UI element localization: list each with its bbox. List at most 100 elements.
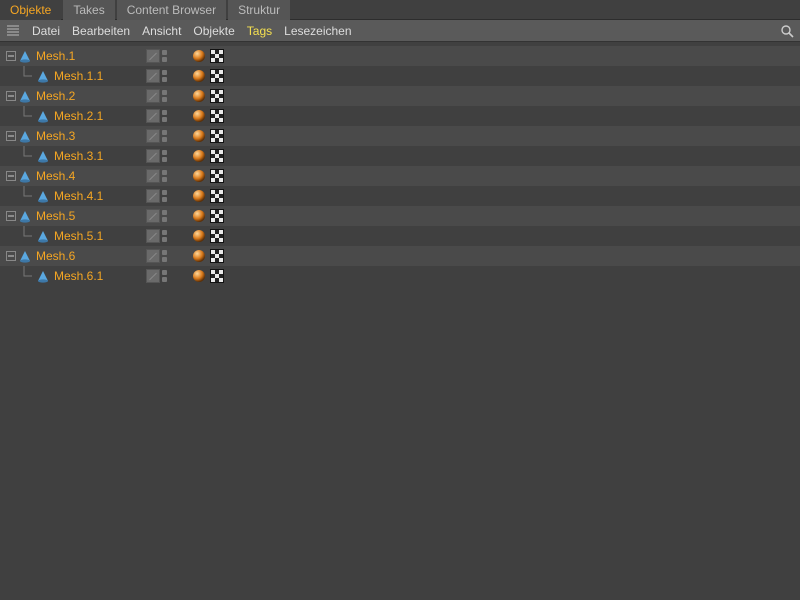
render-visibility-toggle[interactable] [162, 57, 167, 62]
layer-color-swatch[interactable] [146, 209, 160, 223]
tree-row[interactable]: Mesh.3.1 [0, 146, 800, 166]
uvw-tag-icon[interactable] [210, 189, 224, 203]
tree-row[interactable]: Mesh.4.1 [0, 186, 800, 206]
uvw-tag-icon[interactable] [210, 89, 224, 103]
layer-color-swatch[interactable] [146, 69, 160, 83]
tree-row[interactable]: Mesh.2 [0, 86, 800, 106]
expand-toggle-icon[interactable] [6, 251, 16, 261]
menu-objects[interactable]: Objekte [193, 24, 234, 38]
tab-content-browser[interactable]: Content Browser [117, 0, 226, 20]
tree-row[interactable]: Mesh.6.1 [0, 266, 800, 286]
uvw-tag-icon[interactable] [210, 69, 224, 83]
phong-tag-icon[interactable] [192, 209, 206, 223]
render-visibility-toggle[interactable] [162, 97, 167, 102]
menu-tags[interactable]: Tags [247, 24, 272, 38]
object-label[interactable]: Mesh.5 [36, 209, 75, 223]
phong-tag-icon[interactable] [192, 229, 206, 243]
uvw-tag-icon[interactable] [210, 269, 224, 283]
menu-bookmarks[interactable]: Lesezeichen [284, 24, 351, 38]
layer-color-swatch[interactable] [146, 189, 160, 203]
phong-tag-icon[interactable] [192, 249, 206, 263]
editor-visibility-toggle[interactable] [162, 90, 167, 95]
phong-tag-icon[interactable] [192, 69, 206, 83]
layer-color-swatch[interactable] [146, 49, 160, 63]
phong-tag-icon[interactable] [192, 189, 206, 203]
layer-color-swatch[interactable] [146, 109, 160, 123]
object-label[interactable]: Mesh.3 [36, 129, 75, 143]
object-label[interactable]: Mesh.2 [36, 89, 75, 103]
tree-row[interactable]: Mesh.1 [0, 46, 800, 66]
editor-visibility-toggle[interactable] [162, 230, 167, 235]
phong-tag-icon[interactable] [192, 149, 206, 163]
layer-color-swatch[interactable] [146, 149, 160, 163]
layer-color-swatch[interactable] [146, 89, 160, 103]
expand-toggle-icon[interactable] [6, 171, 16, 181]
render-visibility-toggle[interactable] [162, 137, 167, 142]
editor-visibility-toggle[interactable] [162, 270, 167, 275]
expand-toggle-icon[interactable] [6, 91, 16, 101]
object-label[interactable]: Mesh.1 [36, 49, 75, 63]
render-visibility-toggle[interactable] [162, 237, 167, 242]
render-visibility-toggle[interactable] [162, 277, 167, 282]
phong-tag-icon[interactable] [192, 89, 206, 103]
tree-row[interactable]: Mesh.1.1 [0, 66, 800, 86]
object-label[interactable]: Mesh.3.1 [54, 149, 103, 163]
menu-file[interactable]: Datei [32, 24, 60, 38]
object-label[interactable]: Mesh.6.1 [54, 269, 103, 283]
uvw-tag-icon[interactable] [210, 129, 224, 143]
editor-visibility-toggle[interactable] [162, 130, 167, 135]
editor-visibility-toggle[interactable] [162, 50, 167, 55]
uvw-tag-icon[interactable] [210, 169, 224, 183]
search-icon[interactable] [780, 24, 794, 38]
object-label[interactable]: Mesh.6 [36, 249, 75, 263]
object-label[interactable]: Mesh.5.1 [54, 229, 103, 243]
object-label[interactable]: Mesh.4.1 [54, 189, 103, 203]
phong-tag-icon[interactable] [192, 129, 206, 143]
render-visibility-toggle[interactable] [162, 157, 167, 162]
layer-color-swatch[interactable] [146, 169, 160, 183]
layer-color-swatch[interactable] [146, 249, 160, 263]
tab-structure[interactable]: Struktur [228, 0, 290, 20]
phong-tag-icon[interactable] [192, 109, 206, 123]
view-mode-icon[interactable] [6, 24, 20, 38]
menu-view[interactable]: Ansicht [142, 24, 181, 38]
expand-toggle-icon[interactable] [6, 51, 16, 61]
object-label[interactable]: Mesh.1.1 [54, 69, 103, 83]
editor-visibility-toggle[interactable] [162, 150, 167, 155]
layer-color-swatch[interactable] [146, 129, 160, 143]
render-visibility-toggle[interactable] [162, 117, 167, 122]
layer-color-swatch[interactable] [146, 229, 160, 243]
tree-row[interactable]: Mesh.4 [0, 166, 800, 186]
object-label[interactable]: Mesh.2.1 [54, 109, 103, 123]
editor-visibility-toggle[interactable] [162, 170, 167, 175]
phong-tag-icon[interactable] [192, 169, 206, 183]
object-label[interactable]: Mesh.4 [36, 169, 75, 183]
render-visibility-toggle[interactable] [162, 77, 167, 82]
editor-visibility-toggle[interactable] [162, 250, 167, 255]
tree-row[interactable]: Mesh.3 [0, 126, 800, 146]
tree-row[interactable]: Mesh.5.1 [0, 226, 800, 246]
render-visibility-toggle[interactable] [162, 257, 167, 262]
editor-visibility-toggle[interactable] [162, 70, 167, 75]
editor-visibility-toggle[interactable] [162, 210, 167, 215]
phong-tag-icon[interactable] [192, 269, 206, 283]
uvw-tag-icon[interactable] [210, 229, 224, 243]
uvw-tag-icon[interactable] [210, 109, 224, 123]
uvw-tag-icon[interactable] [210, 249, 224, 263]
menu-edit[interactable]: Bearbeiten [72, 24, 130, 38]
editor-visibility-toggle[interactable] [162, 190, 167, 195]
uvw-tag-icon[interactable] [210, 209, 224, 223]
uvw-tag-icon[interactable] [210, 49, 224, 63]
editor-visibility-toggle[interactable] [162, 110, 167, 115]
tab-objects[interactable]: Objekte [0, 0, 61, 20]
layer-color-swatch[interactable] [146, 269, 160, 283]
tree-row[interactable]: Mesh.6 [0, 246, 800, 266]
tree-row[interactable]: Mesh.2.1 [0, 106, 800, 126]
expand-toggle-icon[interactable] [6, 131, 16, 141]
uvw-tag-icon[interactable] [210, 149, 224, 163]
phong-tag-icon[interactable] [192, 49, 206, 63]
render-visibility-toggle[interactable] [162, 217, 167, 222]
render-visibility-toggle[interactable] [162, 177, 167, 182]
expand-toggle-icon[interactable] [6, 211, 16, 221]
tab-takes[interactable]: Takes [63, 0, 114, 20]
